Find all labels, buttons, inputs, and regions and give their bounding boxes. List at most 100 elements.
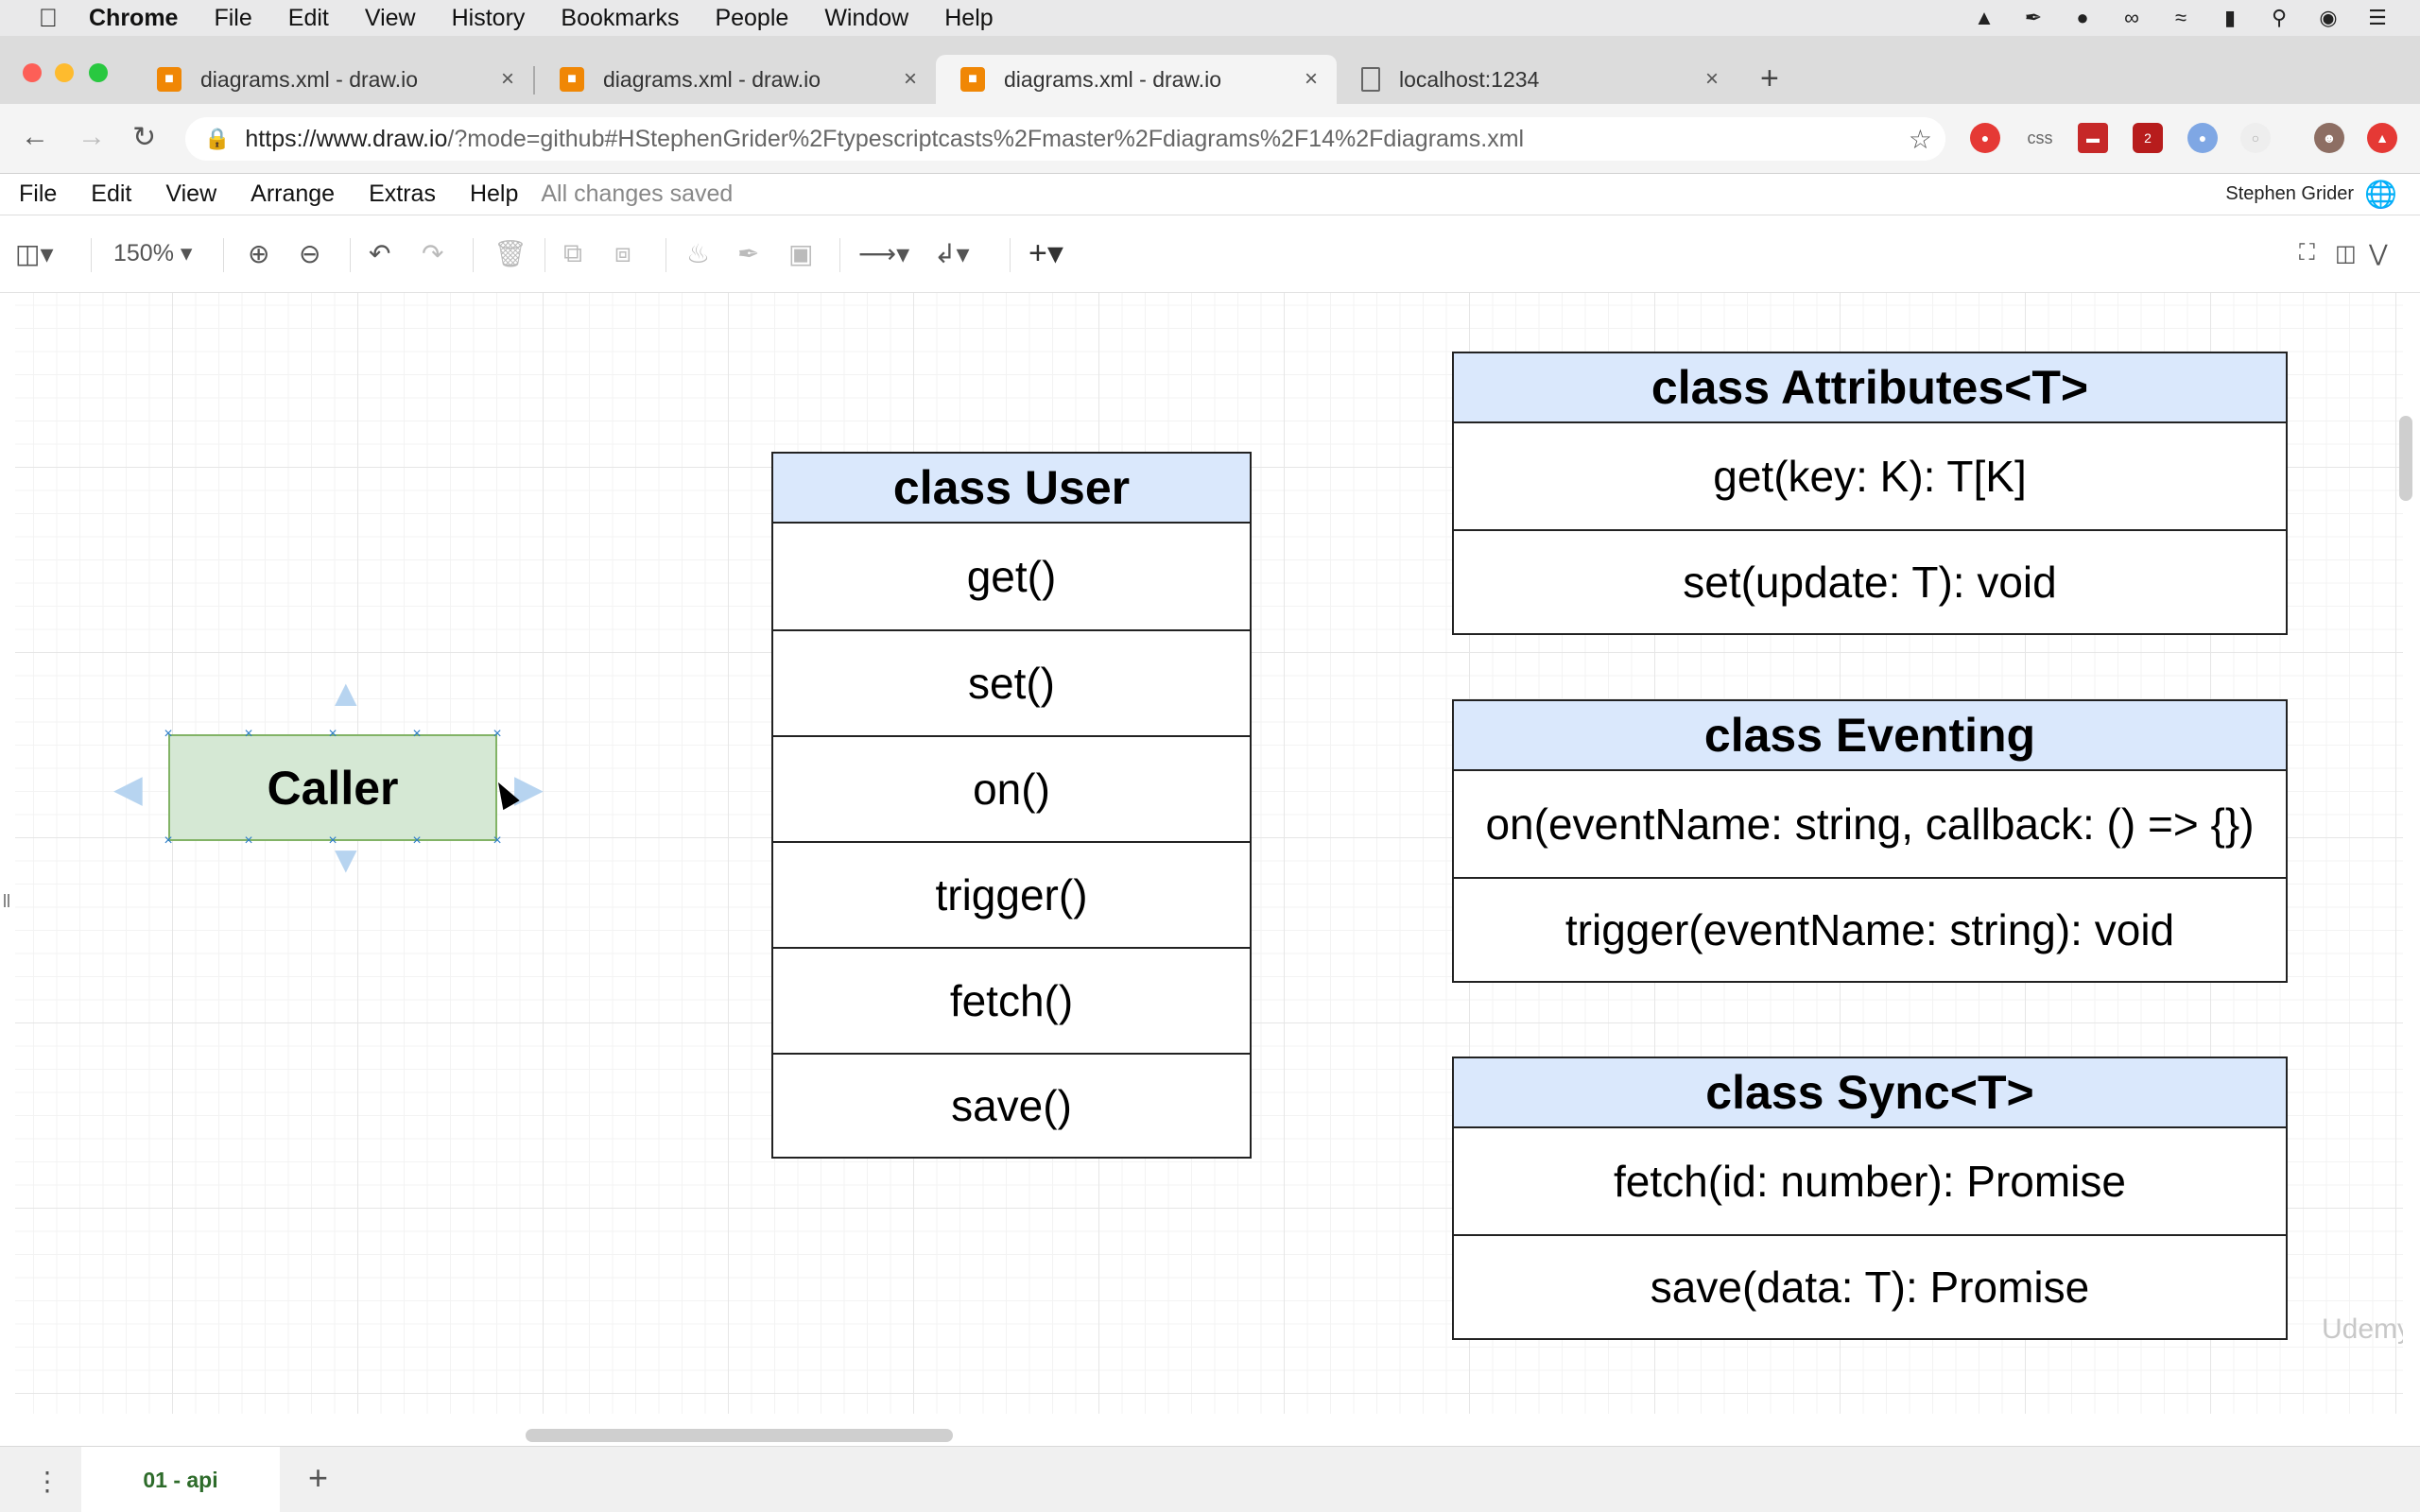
format-panel-toggle-icon[interactable]: ◫ xyxy=(2335,236,2357,270)
browser-tab-4[interactable]: localhost:1234 × xyxy=(1337,55,1737,104)
resize-handle[interactable]: × xyxy=(164,833,173,849)
shield-extension-icon[interactable]: 2 xyxy=(2133,123,2163,153)
menu-help[interactable]: Help xyxy=(470,180,518,208)
connect-arrow-right-icon[interactable]: ▶ xyxy=(514,767,544,811)
class-eventing-header[interactable]: class Eventing xyxy=(1454,701,2286,771)
wifi-icon[interactable]: ≈ xyxy=(2167,6,2195,30)
shadow-icon[interactable]: ▣ xyxy=(788,236,813,270)
fullscreen-icon[interactable]: ⛶ xyxy=(2299,236,2315,270)
close-tab-icon[interactable]: × xyxy=(904,66,917,93)
glasses-icon[interactable]: ∞ xyxy=(2118,6,2146,30)
update-icon[interactable]: ▲ xyxy=(2367,123,2397,153)
new-tab-icon[interactable]: + xyxy=(1760,60,1779,97)
menu-arrange[interactable]: Arrange xyxy=(251,180,335,208)
forward-icon[interactable]: → xyxy=(78,121,106,153)
os-menu-app-name[interactable]: Chrome xyxy=(89,5,178,32)
close-tab-icon[interactable]: × xyxy=(501,66,514,93)
class-user-method-save[interactable]: save() xyxy=(773,1053,1250,1157)
resize-handle[interactable]: × xyxy=(493,833,502,849)
redo-icon[interactable]: ↷ xyxy=(422,236,443,270)
insert-icon[interactable]: +▾ xyxy=(1028,235,1063,271)
class-eventing-method-on[interactable]: on(eventName: string, callback: () => {}… xyxy=(1454,771,2286,877)
extension-icon[interactable]: ● xyxy=(2187,123,2218,153)
class-sync-method-fetch[interactable]: fetch(id: number): Promise xyxy=(1454,1128,2286,1234)
class-user-method-set[interactable]: set() xyxy=(773,629,1250,735)
apple-icon[interactable]:  xyxy=(34,4,62,33)
class-user-method-fetch[interactable]: fetch() xyxy=(773,947,1250,1053)
class-sync-box[interactable]: class Sync<T> fetch(id: number): Promise… xyxy=(1452,1057,2288,1340)
browser-tab-1[interactable]: ■ diagrams.xml - draw.io × xyxy=(132,55,533,104)
class-attributes-box[interactable]: class Attributes<T> get(key: K): T[K] se… xyxy=(1452,352,2288,635)
to-front-icon[interactable]: ⧉ xyxy=(563,236,582,270)
format-panel-icon[interactable]: ◫▾ xyxy=(15,236,54,270)
waypoints-icon[interactable]: ↲▾ xyxy=(934,236,970,270)
resize-handle[interactable]: × xyxy=(164,727,173,742)
resize-handle[interactable]: × xyxy=(328,727,337,742)
connection-style-icon[interactable]: ⟶▾ xyxy=(858,236,909,270)
class-user-box[interactable]: class User get() set() on() trigger() fe… xyxy=(771,452,1252,1159)
add-page-icon[interactable]: + xyxy=(308,1458,328,1498)
window-minimize-button[interactable] xyxy=(55,63,74,82)
resize-handle[interactable]: × xyxy=(244,727,253,742)
class-user-method-trigger[interactable]: trigger() xyxy=(773,841,1250,947)
class-attributes-method-get[interactable]: get(key: K): T[K] xyxy=(1454,423,2286,529)
menu-view[interactable]: View xyxy=(165,180,216,208)
window-close-button[interactable] xyxy=(23,63,42,82)
connect-arrow-left-icon[interactable]: ◀ xyxy=(113,767,143,811)
horizontal-scrollbar[interactable] xyxy=(526,1429,953,1442)
menu-extras[interactable]: Extras xyxy=(369,180,436,208)
line-color-icon[interactable]: ✒ xyxy=(737,236,759,270)
sidebar-resize-handle[interactable] xyxy=(4,894,9,907)
siri-icon[interactable]: ◉ xyxy=(2314,6,2342,30)
os-menu-file[interactable]: File xyxy=(214,5,251,32)
resize-handle[interactable]: × xyxy=(493,727,502,742)
class-sync-header[interactable]: class Sync<T> xyxy=(1454,1058,2286,1128)
css-extension-icon[interactable]: css xyxy=(2025,123,2055,153)
zoom-select[interactable]: 150% ▾ xyxy=(113,236,192,270)
undo-icon[interactable]: ↶ xyxy=(369,236,390,270)
diagram-canvas[interactable]: ▲ ▼ ◀ ▶ Caller × × × × × × × × × × class… xyxy=(15,293,2403,1414)
notification-center-icon[interactable]: ☰ xyxy=(2363,6,2392,30)
resize-handle[interactable]: × xyxy=(412,833,422,849)
os-menu-edit[interactable]: Edit xyxy=(288,5,329,32)
delete-icon[interactable]: 🗑 xyxy=(493,236,527,270)
collapse-icon[interactable]: ⋁ xyxy=(2369,236,2388,270)
class-eventing-box[interactable]: class Eventing on(eventName: string, cal… xyxy=(1452,699,2288,983)
os-menu-people[interactable]: People xyxy=(715,5,788,32)
record-icon[interactable]: ● xyxy=(2068,6,2097,30)
os-menu-bookmarks[interactable]: Bookmarks xyxy=(561,5,679,32)
url-bar[interactable]: 🔒 https://www.draw.io/?mode=github#HStep… xyxy=(185,117,1945,161)
menu-file[interactable]: File xyxy=(19,180,57,208)
profile-avatar[interactable]: ☻ xyxy=(2314,123,2344,153)
os-menu-help[interactable]: Help xyxy=(944,5,993,32)
extension-icon[interactable]: ▬ xyxy=(2078,123,2108,153)
vlc-cone-icon[interactable]: ▲ xyxy=(1970,6,1998,30)
pages-menu-icon[interactable]: ⋮ xyxy=(34,1466,60,1497)
menu-edit[interactable]: Edit xyxy=(91,180,131,208)
back-icon[interactable]: ← xyxy=(21,121,49,153)
close-tab-icon[interactable]: × xyxy=(1705,66,1719,93)
os-menu-view[interactable]: View xyxy=(365,5,416,32)
bookmark-star-icon[interactable]: ☆ xyxy=(1909,124,1932,155)
os-menu-window[interactable]: Window xyxy=(824,5,908,32)
brush-icon[interactable]: ✒ xyxy=(2019,6,2048,30)
class-attributes-method-set[interactable]: set(update: T): void xyxy=(1454,529,2286,633)
adblock-extension-icon[interactable]: ● xyxy=(1970,123,2000,153)
resize-handle[interactable]: × xyxy=(328,833,337,849)
close-tab-icon[interactable]: × xyxy=(1305,66,1318,93)
window-zoom-button[interactable] xyxy=(89,63,108,82)
resize-handle[interactable]: × xyxy=(244,833,253,849)
vertical-scrollbar[interactable] xyxy=(2399,416,2412,501)
zoom-out-icon[interactable]: ⊖ xyxy=(299,236,320,270)
class-user-method-get[interactable]: get() xyxy=(773,524,1250,629)
resize-handle[interactable]: × xyxy=(412,727,422,742)
class-user-header[interactable]: class User xyxy=(773,454,1250,524)
extension-icon[interactable]: ○ xyxy=(2240,123,2271,153)
browser-tab-3-active[interactable]: ■ diagrams.xml - draw.io × xyxy=(936,55,1337,104)
class-user-method-on[interactable]: on() xyxy=(773,735,1250,841)
globe-icon[interactable]: 🌐 xyxy=(2364,179,2397,210)
battery-icon[interactable]: ▮ xyxy=(2216,6,2244,30)
user-name[interactable]: Stephen Grider xyxy=(2225,183,2354,205)
spotlight-search-icon[interactable]: ⚲ xyxy=(2265,6,2293,30)
connect-arrow-up-icon[interactable]: ▲ xyxy=(327,673,365,715)
